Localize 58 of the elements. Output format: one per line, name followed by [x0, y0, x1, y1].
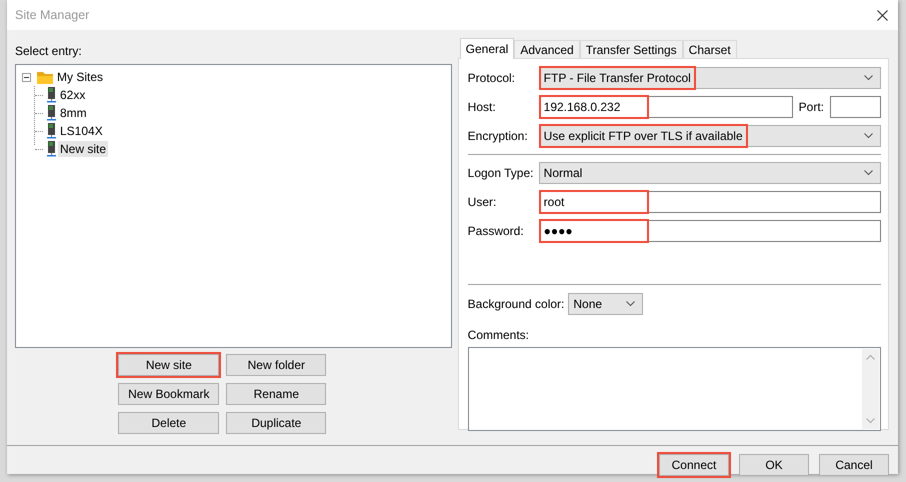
site-button[interactable]: Delete: [118, 412, 220, 434]
tree-item[interactable]: New site: [58, 141, 108, 157]
site-button[interactable]: Duplicate: [226, 412, 326, 434]
site-button[interactable]: Rename: [226, 383, 326, 405]
field-value: 192.168.0.232: [540, 96, 648, 118]
tree-item[interactable]: LS104X: [58, 123, 105, 139]
field-label: Protocol:: [468, 71, 516, 85]
comments-label: Comments:: [468, 328, 530, 342]
scrollbar[interactable]: [862, 349, 879, 429]
dialog-button[interactable]: Connect: [659, 454, 729, 476]
tree-item[interactable]: 62xx: [58, 87, 88, 103]
close-icon[interactable]: [877, 10, 888, 20]
site-button[interactable]: New Bookmark: [118, 383, 220, 405]
dropdown-value: Normal: [542, 165, 584, 182]
dropdown[interactable]: FTP - File Transfer Protocol: [538, 67, 881, 89]
comments-field[interactable]: [468, 347, 881, 431]
port-label: Port:: [798, 100, 824, 114]
server-icon: [47, 123, 56, 139]
field-label: Encryption:: [468, 129, 529, 143]
server-icon: [47, 105, 56, 121]
server-icon: [47, 87, 56, 103]
dialog-button[interactable]: Cancel: [819, 454, 889, 476]
chevron-down-icon: [864, 170, 873, 176]
tab[interactable]: General: [460, 38, 514, 59]
tree-item[interactable]: 8mm: [58, 105, 89, 121]
scroll-up-icon[interactable]: [866, 354, 875, 360]
dropdown[interactable]: Normal: [538, 162, 881, 184]
scroll-down-icon[interactable]: [866, 418, 875, 424]
field-label: Logon Type:: [468, 166, 534, 180]
field-value: ●●●●: [540, 220, 648, 242]
field-value: root: [540, 191, 648, 213]
site-button[interactable]: New folder: [226, 354, 326, 376]
dialog-button[interactable]: OK: [739, 454, 809, 476]
text-field[interactable]: ●●●●: [538, 220, 881, 242]
dropdown-value: Use explicit FTP over TLS if available: [540, 125, 747, 147]
server-icon: [47, 141, 56, 157]
chevron-down-icon: [626, 301, 636, 307]
text-field[interactable]: root: [538, 191, 881, 213]
tab[interactable]: Charset: [682, 40, 737, 58]
dropdown-value: FTP - File Transfer Protocol: [540, 67, 695, 89]
chevron-down-icon: [864, 75, 873, 81]
site-button[interactable]: New site: [118, 354, 220, 376]
collapse-icon[interactable]: [22, 72, 31, 82]
window-title: Site Manager: [15, 8, 90, 22]
field-label: User:: [468, 195, 498, 209]
tree-item[interactable]: My Sites: [55, 69, 106, 85]
tab[interactable]: Advanced: [514, 40, 580, 58]
dropdown[interactable]: None: [568, 293, 644, 315]
tab[interactable]: Transfer Settings: [580, 40, 683, 58]
field-label: Password:: [468, 224, 525, 238]
folder-icon: [37, 70, 53, 84]
port-field[interactable]: [830, 96, 881, 118]
background-color-label: Background color:: [468, 297, 564, 311]
chevron-down-icon: [864, 133, 873, 139]
dropdown[interactable]: Use explicit FTP over TLS if available: [538, 125, 881, 147]
host-field[interactable]: 192.168.0.232: [538, 96, 793, 118]
select-entry-label: Select entry:: [15, 44, 83, 58]
field-label: Host:: [468, 100, 497, 114]
